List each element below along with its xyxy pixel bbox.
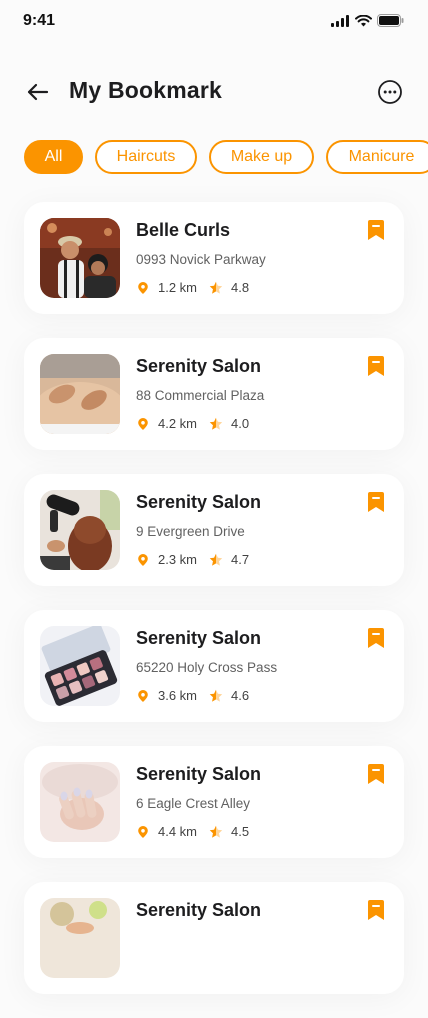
salon-meta: 3.6 km 4.6 xyxy=(136,688,249,703)
salon-distance: 1.2 km xyxy=(158,280,198,295)
filter-chip-manicure[interactable]: Manicure xyxy=(326,140,428,174)
location-pin-icon xyxy=(138,825,148,838)
header: My Bookmark xyxy=(0,72,428,112)
salon-name: Serenity Salon xyxy=(136,764,262,784)
salon-name: Serenity Salon xyxy=(136,492,262,512)
location-pin-icon xyxy=(138,553,148,566)
filter-chip-make-up[interactable]: Make up xyxy=(209,140,314,174)
salon-rating: 4.5 xyxy=(231,824,250,839)
status-time: 9:41 xyxy=(23,12,56,29)
salon-name: Serenity Salon xyxy=(136,628,262,648)
salon-rating: 4.8 xyxy=(231,280,250,295)
salon-card[interactable]: Belle Curls 0993 Novick Parkway 1.2 km 4… xyxy=(24,202,404,314)
status-icons xyxy=(331,14,404,27)
salon-distance: 2.3 km xyxy=(158,552,198,567)
spa-photo xyxy=(40,898,120,978)
star-half-icon xyxy=(209,281,223,294)
salon-meta: 2.3 km 4.7 xyxy=(136,552,249,567)
salon-address: 0993 Novick Parkway xyxy=(136,252,266,267)
bookmark-button[interactable] xyxy=(368,492,384,512)
bookmark-button[interactable] xyxy=(368,356,384,376)
bookmark-filled-icon xyxy=(368,900,384,920)
salon-card[interactable]: Serenity Salon xyxy=(24,882,404,994)
eyeshadow-palette-photo xyxy=(40,626,120,706)
more-circle-icon xyxy=(378,80,402,104)
salon-card[interactable]: Serenity Salon 9 Evergreen Drive 2.3 km … xyxy=(24,474,404,586)
bookmark-button[interactable] xyxy=(368,628,384,648)
salon-card[interactable]: Serenity Salon 88 Commercial Plaza 4.2 k… xyxy=(24,338,404,450)
salon-meta: 4.2 km 4.0 xyxy=(136,416,249,431)
salon-distance: 4.2 km xyxy=(158,416,198,431)
bookmark-button[interactable] xyxy=(368,764,384,784)
salon-card[interactable]: Serenity Salon 65220 Holy Cross Pass 3.6… xyxy=(24,610,404,722)
filter-chip-haircuts[interactable]: Haircuts xyxy=(95,140,197,174)
salon-meta: 4.4 km 4.5 xyxy=(136,824,249,839)
location-pin-icon xyxy=(138,417,148,430)
bookmark-filled-icon xyxy=(368,628,384,648)
filter-chip-all[interactable]: All xyxy=(24,140,83,174)
wifi-icon xyxy=(355,14,372,26)
hairdryer-photo xyxy=(40,490,120,570)
location-pin-icon xyxy=(138,281,148,294)
manicure-photo xyxy=(40,762,120,842)
salon-name: Belle Curls xyxy=(136,220,231,240)
bookmark-filled-icon xyxy=(368,492,384,512)
salon-rating: 4.0 xyxy=(231,416,250,431)
salon-address: 88 Commercial Plaza xyxy=(136,388,265,403)
bookmark-button[interactable] xyxy=(368,900,384,920)
battery-icon xyxy=(377,14,404,27)
salon-rating: 4.6 xyxy=(231,688,250,703)
arrow-left-icon xyxy=(27,83,49,101)
category-filter-bar: All Haircuts Make up Manicure xyxy=(24,140,428,174)
salon-rating: 4.7 xyxy=(231,552,250,567)
barber-photo xyxy=(40,218,120,298)
star-half-icon xyxy=(209,825,223,838)
bookmark-filled-icon xyxy=(368,220,384,240)
star-half-icon xyxy=(209,553,223,566)
salon-address: 6 Eagle Crest Alley xyxy=(136,796,251,811)
more-options-button[interactable] xyxy=(376,78,404,106)
cellular-signal-icon xyxy=(331,14,349,27)
salon-address: 65220 Holy Cross Pass xyxy=(136,660,278,675)
status-bar: 9:41 xyxy=(0,0,428,44)
star-half-icon xyxy=(209,689,223,702)
salon-name: Serenity Salon xyxy=(136,900,262,920)
salon-distance: 3.6 km xyxy=(158,688,198,703)
salon-address: 9 Evergreen Drive xyxy=(136,524,245,539)
bookmark-filled-icon xyxy=(368,356,384,376)
bookmark-list: Belle Curls 0993 Novick Parkway 1.2 km 4… xyxy=(24,202,404,1018)
salon-name: Serenity Salon xyxy=(136,356,262,376)
back-button[interactable] xyxy=(24,80,52,104)
location-pin-icon xyxy=(138,689,148,702)
salon-distance: 4.4 km xyxy=(158,824,198,839)
salon-card[interactable]: Serenity Salon 6 Eagle Crest Alley 4.4 k… xyxy=(24,746,404,858)
bookmark-button[interactable] xyxy=(368,220,384,240)
page-title: My Bookmark xyxy=(69,77,223,103)
bookmark-filled-icon xyxy=(368,764,384,784)
star-half-icon xyxy=(209,417,223,430)
massage-photo xyxy=(40,354,120,434)
salon-meta: 1.2 km 4.8 xyxy=(136,280,249,295)
